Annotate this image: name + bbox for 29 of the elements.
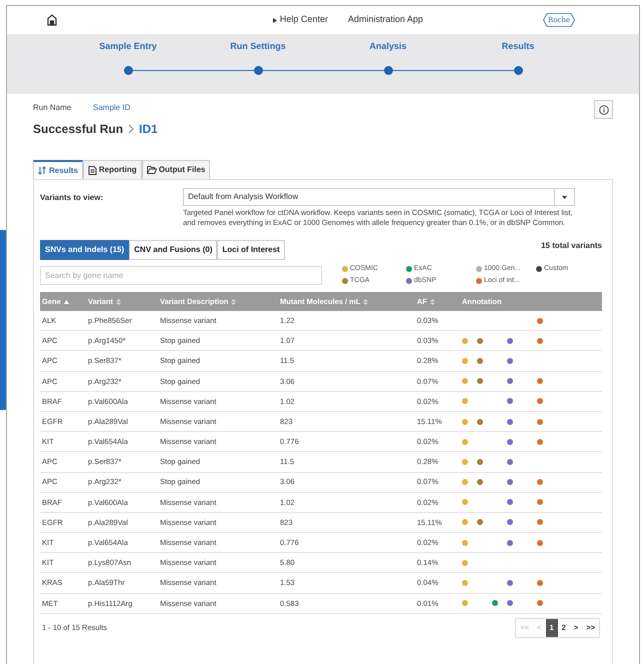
administration-app-link[interactable]: Administration App <box>348 13 423 27</box>
subtab[interactable]: CNV and Fusions (0) <box>129 240 218 260</box>
subtab[interactable]: SNVs and Indels (15) <box>40 240 130 260</box>
total-variants: 15 total variants <box>541 240 602 252</box>
tab[interactable]: Reporting <box>82 160 142 179</box>
tab[interactable]: Output Files <box>142 160 210 179</box>
dropdown-caret-icon <box>562 196 567 198</box>
sample-id-label: Sample ID <box>93 102 130 114</box>
home-icon[interactable] <box>47 14 57 26</box>
chevron-right-icon <box>128 124 134 134</box>
triangle-right-icon <box>272 18 277 22</box>
step-label: Analysis <box>369 40 407 53</box>
step-label: Run Settings <box>230 40 286 53</box>
step-label: Sample Entry <box>99 40 157 53</box>
folder-icon <box>146 166 157 174</box>
info-icon <box>598 104 608 114</box>
info-button[interactable] <box>594 100 613 119</box>
run-name-label: Run Name <box>33 102 72 114</box>
help-center-link[interactable]: Help Center <box>280 13 328 27</box>
run-name: Successful Run <box>33 121 124 138</box>
variants-dropdown[interactable]: Default from Analysis Workflow <box>183 188 575 206</box>
step-label: Results <box>502 40 534 53</box>
variants-to-view-label: Variants to view: <box>40 192 104 204</box>
search-field[interactable]: Search by gene name <box>40 266 322 284</box>
document-icon <box>88 166 97 174</box>
sort-bars-icon <box>38 166 47 175</box>
sample-id[interactable]: ID1 <box>139 120 158 138</box>
tab[interactable]: Results <box>33 160 83 179</box>
subtab[interactable]: Loci of Interest <box>217 240 285 260</box>
